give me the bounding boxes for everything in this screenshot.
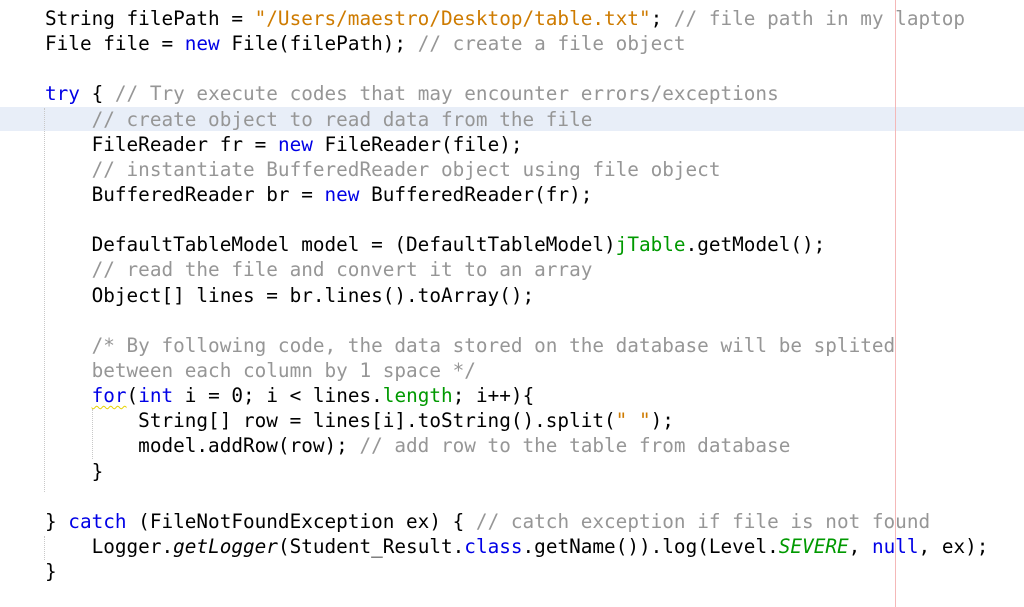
code-line[interactable]: /* By following code, the data stored on… <box>45 333 988 358</box>
code-line[interactable]: } <box>45 459 988 484</box>
code-line[interactable]: model.addRow(row); // add row to the tab… <box>45 433 988 458</box>
code-line[interactable]: // create object to read data from the f… <box>45 107 988 132</box>
code-token: } <box>45 509 69 533</box>
code-line[interactable]: String filePath = "/Users/maestro/Deskto… <box>45 6 988 31</box>
code-token: BufferedReader br = <box>91 182 325 206</box>
comment-token: // catch exception if file is not found <box>475 509 931 533</box>
code-token: ; i++){ <box>452 384 535 408</box>
code-token: File file = <box>45 32 185 56</box>
code-token: .getName()).log(Level. <box>522 534 779 558</box>
code-token: DefaultTableModel model = (DefaultTableM… <box>91 233 616 257</box>
code-line[interactable]: DefaultTableModel model = (DefaultTableM… <box>45 232 988 257</box>
code-line[interactable] <box>45 207 988 232</box>
code-line[interactable]: } catch (FileNotFoundException ex) { // … <box>45 509 988 534</box>
string-token: "/Users/maestro/Desktop/table.txt" <box>254 7 651 30</box>
code-token: BufferedReader(fr); <box>359 182 593 206</box>
code-line[interactable] <box>45 308 988 333</box>
code-token: ( <box>126 384 139 408</box>
code-token: , ex); <box>918 534 989 558</box>
code-token: } <box>91 459 104 483</box>
code-line[interactable] <box>45 484 988 509</box>
comment-token: // create a file object <box>417 32 686 56</box>
code-line[interactable]: } <box>45 559 988 584</box>
code-token: , <box>848 534 872 558</box>
code-line[interactable]: between each column by 1 space */ <box>45 358 988 383</box>
code-line[interactable]: // instantiate BufferedReader object usi… <box>45 157 988 182</box>
code-token: String[] row = lines[i].toString().split… <box>138 409 616 433</box>
code-token: ); <box>650 409 674 433</box>
keyword-token: null <box>871 534 919 558</box>
code-token: i = 0; i < lines. <box>173 384 383 408</box>
code-token: (FileNotFoundException ex) { <box>126 509 476 533</box>
code-token: model.addRow(row); <box>138 434 360 458</box>
keyword-token: class <box>464 534 523 558</box>
comment-token: between each column by 1 space */ <box>91 358 476 382</box>
code-line[interactable]: BufferedReader br = new BufferedReader(f… <box>45 182 988 207</box>
code-token: Object[] lines = br.lines().toArray(); <box>91 283 535 307</box>
code-token: ; <box>650 7 674 30</box>
comment-token: // file path in my laptop <box>673 7 966 30</box>
comment-token: // Try execute codes that may encounter … <box>114 82 779 106</box>
keyword-token: new <box>277 132 313 156</box>
comment-token: // instantiate BufferedReader object usi… <box>91 157 721 181</box>
code-token: FileReader fr = <box>91 132 278 156</box>
code-token: } <box>45 560 57 584</box>
code-line[interactable] <box>45 56 988 81</box>
field-token: SEVERE <box>778 534 849 558</box>
comment-token: // add row to the table from database <box>359 434 791 458</box>
code-line[interactable]: Object[] lines = br.lines().toArray(); <box>45 283 988 308</box>
comment-token: // create object to read data from the f… <box>91 107 593 131</box>
code-line[interactable]: File file = new File(filePath); // creat… <box>45 31 988 56</box>
code-line[interactable]: try { // Try execute codes that may enco… <box>45 81 988 106</box>
code-token: File(filePath); <box>219 32 418 56</box>
keyword-token: catch <box>68 509 127 533</box>
method-token: getLogger <box>173 534 278 558</box>
keyword-token: int <box>138 384 174 408</box>
comment-token: /* By following code, the data stored on… <box>91 333 896 357</box>
comment-token: // read the file and convert it to an ar… <box>91 258 593 282</box>
code-line[interactable]: for(int i = 0; i < lines.length; i++){ <box>45 383 988 408</box>
code-token: Logger. <box>91 534 174 558</box>
keyword-token: for <box>91 384 127 408</box>
code-token: .getModel(); <box>685 233 826 257</box>
code-line[interactable]: // read the file and convert it to an ar… <box>45 257 988 282</box>
string-token: " " <box>615 409 651 433</box>
code-line[interactable]: FileReader fr = new FileReader(file); <box>45 132 988 157</box>
code-token: (Student_Result. <box>277 534 465 558</box>
code-editor[interactable]: String filePath = "/Users/maestro/Deskto… <box>0 0 1024 607</box>
code-text[interactable]: String filePath = "/Users/maestro/Deskto… <box>45 6 988 584</box>
keyword-token: new <box>184 32 220 56</box>
code-token: FileReader(file); <box>312 132 523 156</box>
keyword-token: new <box>324 182 360 206</box>
field-token: length <box>382 384 453 408</box>
code-token: String filePath = <box>45 7 255 30</box>
code-line[interactable]: Logger.getLogger(Student_Result.class.ge… <box>45 534 989 559</box>
field-token: jTable <box>615 233 686 257</box>
keyword-token: try <box>45 82 80 106</box>
code-token: { <box>79 82 115 106</box>
code-line[interactable]: String[] row = lines[i].toString().split… <box>45 408 988 433</box>
